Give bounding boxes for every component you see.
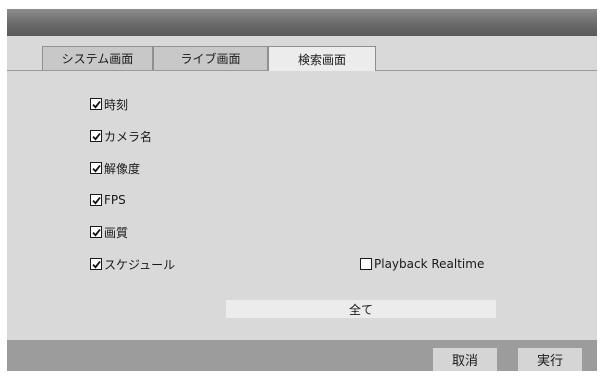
tab-live-screen[interactable]: ライブ画面 <box>153 46 268 70</box>
search-screen-panel: 時刻 カメラ名 解像度 FPS 画質 スケジュール Playback Realt… <box>7 71 597 335</box>
execute-label: 実行 <box>536 354 563 369</box>
tab-bar: システム画面 ライブ画面 検索画面 <box>7 36 597 71</box>
tab-label: システム画面 <box>61 52 134 66</box>
option-quality[interactable]: 画質 <box>90 224 128 240</box>
checkbox[interactable] <box>360 258 372 270</box>
checkbox[interactable] <box>90 162 102 174</box>
checkbox[interactable] <box>90 226 102 238</box>
option-label: Playback Realtime <box>374 257 485 271</box>
option-schedule[interactable]: スケジュール <box>90 256 175 272</box>
cancel-button[interactable]: 取消 <box>433 348 497 371</box>
tab-system-screen[interactable]: システム画面 <box>42 46 153 70</box>
title-bar <box>7 9 597 36</box>
option-label: 解像度 <box>104 161 141 176</box>
settings-dialog: システム画面 ライブ画面 検索画面 時刻 カメラ名 解像度 FPS 画質 スケジ… <box>7 9 597 371</box>
checkmark-icon <box>91 196 101 205</box>
checkmark-icon <box>91 228 101 237</box>
option-label: スケジュール <box>104 257 176 272</box>
select-all-label: 全て <box>348 302 373 317</box>
checkmark-icon <box>91 164 101 173</box>
option-label: カメラ名 <box>104 129 153 144</box>
cancel-label: 取消 <box>451 354 478 369</box>
option-label: 画質 <box>104 225 129 240</box>
select-all-button[interactable]: 全て <box>226 300 496 318</box>
bottom-button-bar: 取消 実行 <box>7 340 597 371</box>
checkmark-icon <box>91 132 101 141</box>
option-fps[interactable]: FPS <box>90 192 126 208</box>
option-camera-name[interactable]: カメラ名 <box>90 128 152 144</box>
tab-label: ライブ画面 <box>180 52 241 66</box>
checkbox[interactable] <box>90 194 102 206</box>
checkbox[interactable] <box>90 130 102 142</box>
checkbox[interactable] <box>90 258 102 270</box>
option-label: 時刻 <box>104 97 129 112</box>
option-resolution[interactable]: 解像度 <box>90 160 140 176</box>
checkmark-icon <box>91 100 101 109</box>
option-time[interactable]: 時刻 <box>90 96 128 112</box>
option-label: FPS <box>104 193 126 207</box>
checkmark-icon <box>91 260 101 269</box>
option-playback-realtime[interactable]: Playback Realtime <box>360 256 484 272</box>
execute-button[interactable]: 実行 <box>518 348 582 371</box>
tab-search-screen[interactable]: 検索画面 <box>268 46 376 71</box>
tab-label: 検索画面 <box>297 52 346 67</box>
checkbox[interactable] <box>90 98 102 110</box>
